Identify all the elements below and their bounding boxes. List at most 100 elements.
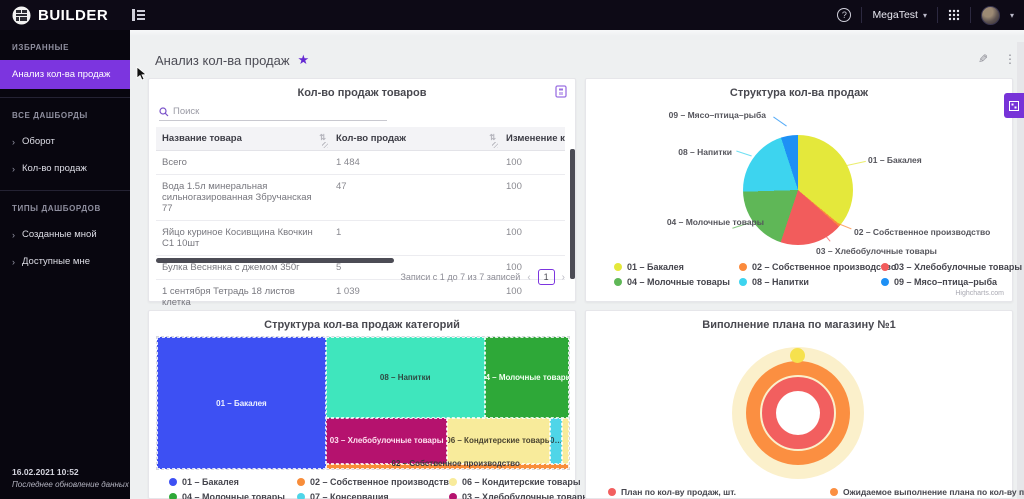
help-icon[interactable]: ? [837, 8, 852, 22]
card-sales-table: Кол-во продаж товаров Название то [148, 78, 576, 315]
cell-qty: 1 484 [336, 157, 360, 168]
sort-icon[interactable]: ⇅ [489, 133, 496, 142]
page-header: Анализ кол-ва продаж ★ [155, 52, 309, 68]
treemap-block[interactable]: 04 – Молочные товары [484, 337, 569, 419]
highcharts-credit[interactable]: Highcharts.com [955, 290, 1004, 297]
treemap-block[interactable]: 06 – Кондитерские товары [447, 418, 551, 464]
last-update-note: Последнее обновление данных [12, 480, 129, 489]
next-page-icon[interactable]: › [562, 272, 565, 283]
workspace-selector[interactable]: MegaTest ▾ [872, 9, 927, 21]
search-icon [159, 106, 169, 116]
products-table: Название товара ⇅ Кол-во продаж ⇅ Измене… [156, 127, 565, 315]
legend-item[interactable]: План по кол-ву продаж, шт. [608, 487, 830, 497]
legend-dot [881, 263, 889, 271]
legend-item[interactable]: 07 – Консервация [297, 492, 449, 499]
treemap-block[interactable]: 08 – Напитки [325, 337, 485, 419]
user-avatar[interactable] [980, 5, 1000, 25]
column-header-name[interactable]: Название товара ⇅ [156, 127, 330, 150]
gauge-legend: План по кол-ву продаж, шт. Ожидаемое вып… [608, 487, 1024, 497]
column-resize-handle[interactable] [492, 142, 498, 148]
mouse-cursor [136, 66, 147, 81]
treemap-chart: 01 – Бакалея 08 – Напитки 04 – Молочные … [156, 336, 570, 470]
sidebar-toggle-icon[interactable] [132, 9, 145, 21]
card-sales-structure-pie: Структура кол-ва продаж 09 – Мясо–птица–… [585, 78, 1022, 302]
sidebar-item-label: Оборот [22, 136, 55, 147]
more-options-icon[interactable]: ⋮ [1004, 52, 1016, 66]
legend-item[interactable]: 01 – Бакалея [614, 262, 739, 272]
slice-label: 08 – Напитки [678, 147, 732, 157]
treemap-block-label: 03 – Хлебобулочные товары [329, 436, 444, 446]
cell-qty: 1 [336, 227, 342, 238]
legend-dot [297, 493, 305, 499]
sidebar-item-analiz-kolva-prodazh[interactable]: Анализ кол-ва продаж [0, 60, 130, 89]
label-connector [846, 160, 866, 167]
legend-item[interactable]: 04 – Молочные товары [169, 492, 297, 499]
favorite-star-icon[interactable]: ★ [298, 52, 310, 68]
slice-label: 04 – Молочные товары [666, 217, 764, 227]
legend-dot [608, 488, 616, 496]
legend-item[interactable]: 02 – Собственное производство [739, 262, 896, 272]
treemap-block-label: 01 – Бакалея [216, 398, 267, 408]
legend-item[interactable]: 03 – Хлебобулочные товары [449, 492, 607, 499]
sidebar-item-kolvo-prodazh[interactable]: › Кол-во продаж [0, 155, 130, 182]
legend-item[interactable]: 04 – Молочные товары [614, 277, 739, 287]
card-plan-gauge: Виполнение плана по магазину №1 План по … [585, 310, 1024, 499]
legend-item[interactable]: 08 – Напитки [739, 277, 881, 287]
avatar-chevron-icon[interactable]: ▾ [1010, 11, 1014, 20]
search-input[interactable] [173, 106, 373, 117]
card-title: Кол-во продаж товаров [297, 87, 427, 99]
chevron-right-icon: › [12, 229, 15, 240]
legend-dot [449, 478, 457, 486]
table-horizontal-scrollbar[interactable] [156, 258, 394, 263]
export-icon[interactable] [555, 85, 567, 103]
sidebar-item-sozdannye-mnoy[interactable]: › Созданные мной [0, 221, 130, 248]
workspace-name: MegaTest [872, 9, 918, 21]
treemap-block[interactable]: 0… [550, 418, 562, 464]
legend-item[interactable]: Ожидаемое выполнение плана по кол-ву про… [830, 487, 1024, 497]
column-header-change[interactable]: Изменение кол-ва [500, 127, 565, 150]
pagination-summary: Записи с 1 до 7 из 7 записей [400, 272, 521, 282]
legend-item[interactable]: 02 – Собственное производство [297, 477, 454, 487]
legend-label: 08 – Напитки [752, 277, 809, 287]
column-header-label: Кол-во продаж [336, 133, 406, 144]
gauge-marker [790, 348, 805, 363]
prev-page-icon[interactable]: ‹ [527, 272, 530, 283]
cell-product: 1 сентября Тетрадь 18 листов клетка [162, 286, 295, 308]
legend-dot [449, 493, 457, 499]
column-resize-handle[interactable] [322, 142, 328, 148]
filters-panel-button[interactable] [1004, 93, 1024, 118]
legend-dot [297, 478, 305, 486]
search-box [159, 106, 387, 121]
cell-product: Вода 1.5л минеральная сильногазированная… [162, 181, 312, 214]
legend-dot [169, 478, 177, 486]
edit-pencil-icon[interactable]: ✎ [978, 52, 988, 66]
treemap-block[interactable] [561, 418, 569, 464]
sort-icon[interactable]: ⇅ [319, 133, 326, 142]
apps-grid-icon[interactable] [948, 9, 960, 21]
sidebar-item-dostupnye-mne[interactable]: › Доступные мне [0, 248, 130, 275]
table-vertical-scrollbar[interactable] [570, 149, 575, 279]
page-number-button[interactable]: 1 [537, 269, 555, 285]
legend-label: 03 – Хлебобулочные товары [894, 262, 1023, 272]
pagination: Записи с 1 до 7 из 7 записей ‹ 1 › [400, 269, 565, 285]
card-title: Структура кол-ва продаж [729, 87, 869, 99]
treemap-block-label: 06 – Кондитерские товары [447, 436, 551, 446]
sidebar-item-oborot[interactable]: › Оборот [0, 128, 130, 155]
treemap-block[interactable]: 03 – Хлебобулочные товары [325, 418, 448, 464]
legend-item[interactable]: 03 – Хлебобулочные товары [881, 262, 1024, 272]
label-connector [773, 116, 787, 127]
sidebar-section-dashboard-types: ТИПЫ ДАШБОРДОВ [12, 204, 101, 213]
legend-label: 04 – Молочные товары [182, 492, 285, 499]
gauge-chart[interactable] [732, 347, 864, 479]
legend-item[interactable]: 01 – Бакалея [169, 477, 297, 487]
legend-dot [739, 263, 747, 271]
column-header-qty[interactable]: Кол-во продаж ⇅ [330, 127, 500, 150]
pie-chart[interactable] [743, 135, 853, 245]
treemap-block[interactable]: 01 – Бакалея [157, 337, 326, 469]
card-category-treemap: Структура кол-ва продаж категорий 01 – Б… [148, 310, 590, 499]
slice-label: 02 – Собственное производство [854, 227, 991, 237]
legend-dot [614, 263, 622, 271]
legend-item[interactable]: 09 – Мясо–птица–рыба [881, 277, 1024, 287]
chevron-right-icon: › [12, 256, 15, 267]
legend-item[interactable]: 06 – Кондитерские товары [449, 477, 607, 487]
